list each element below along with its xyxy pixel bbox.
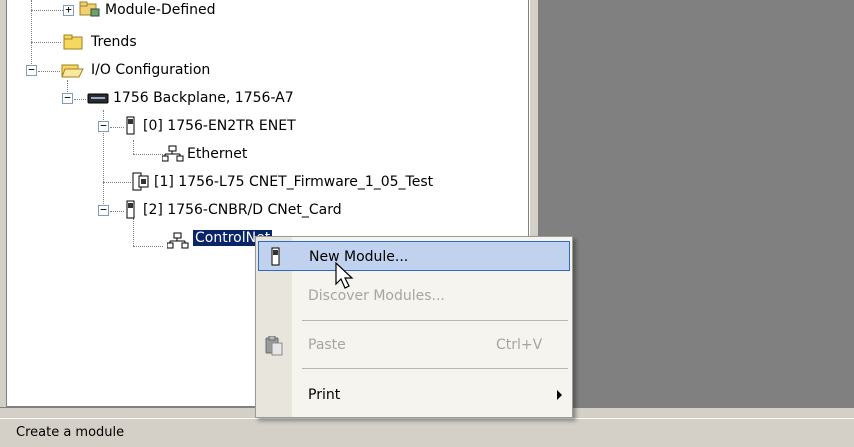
menu-item-print[interactable]: Print [258, 380, 570, 410]
controller-icon [131, 172, 151, 196]
status-text: Create a module [16, 425, 125, 440]
tree-branch [133, 246, 163, 247]
menu-item-label: Print [308, 387, 341, 403]
menu-separator [302, 368, 568, 369]
module-icon [269, 247, 283, 271]
tree-branch [74, 99, 86, 100]
submenu-arrow-icon [557, 390, 562, 400]
menu-item-paste[interactable]: Paste Ctrl+V [258, 330, 570, 360]
workspace-area [539, 0, 854, 407]
tree-branch [31, 10, 67, 11]
collapse-button[interactable]: − [62, 92, 73, 104]
backplane-icon [87, 92, 109, 110]
tree-branch [31, 42, 61, 43]
menu-item-discover-modules[interactable]: Discover Modules... [258, 281, 570, 311]
module-icon [125, 200, 137, 224]
module-icon [125, 116, 137, 140]
tree-item-label[interactable]: [2] 1756-CNBR/D CNet_Card [143, 202, 342, 218]
tree-branch [110, 127, 124, 128]
paste-icon [264, 335, 284, 360]
folder-icon [79, 0, 101, 22]
tree-branch [110, 211, 124, 212]
tree-item-label[interactable]: I/O Configuration [91, 62, 210, 78]
collapse-button[interactable]: − [26, 64, 37, 76]
tree-branch [103, 182, 131, 183]
collapse-button[interactable]: − [98, 204, 109, 216]
network-icon [166, 232, 189, 254]
tree-item-label[interactable]: Ethernet [187, 146, 247, 162]
open-folder-icon [61, 61, 85, 83]
tree-item-label[interactable]: Trends [91, 34, 137, 50]
menu-separator [302, 320, 568, 321]
menu-item-new-module[interactable]: New Module... [258, 241, 570, 271]
left-border [0, 0, 7, 407]
network-icon [161, 145, 184, 167]
status-bar: Create a module [0, 418, 854, 447]
menu-item-label: Discover Modules... [308, 288, 445, 304]
tree-item-label[interactable]: [0] 1756-EN2TR ENET [143, 118, 296, 134]
folder-icon [63, 33, 85, 55]
menu-item-shortcut: Ctrl+V [496, 337, 543, 353]
tree-branch [38, 71, 60, 72]
menu-item-label: Paste [308, 337, 346, 353]
tree-item-label[interactable]: 1756 Backplane, 1756-A7 [113, 90, 294, 106]
context-menu: New Module... Discover Modules... Paste … [255, 236, 573, 418]
tree-item-label[interactable]: Module-Defined [105, 2, 216, 18]
expand-button[interactable]: + [63, 4, 74, 16]
tree-branch [133, 154, 163, 155]
collapse-button[interactable]: − [98, 120, 109, 132]
menu-item-label: New Module... [309, 249, 409, 265]
tree-guide-line [133, 140, 134, 154]
tree-item-label[interactable]: [1] 1756-L75 CNET_Firmware_1_05_Test [154, 174, 433, 190]
mouse-pointer-icon [334, 261, 356, 296]
